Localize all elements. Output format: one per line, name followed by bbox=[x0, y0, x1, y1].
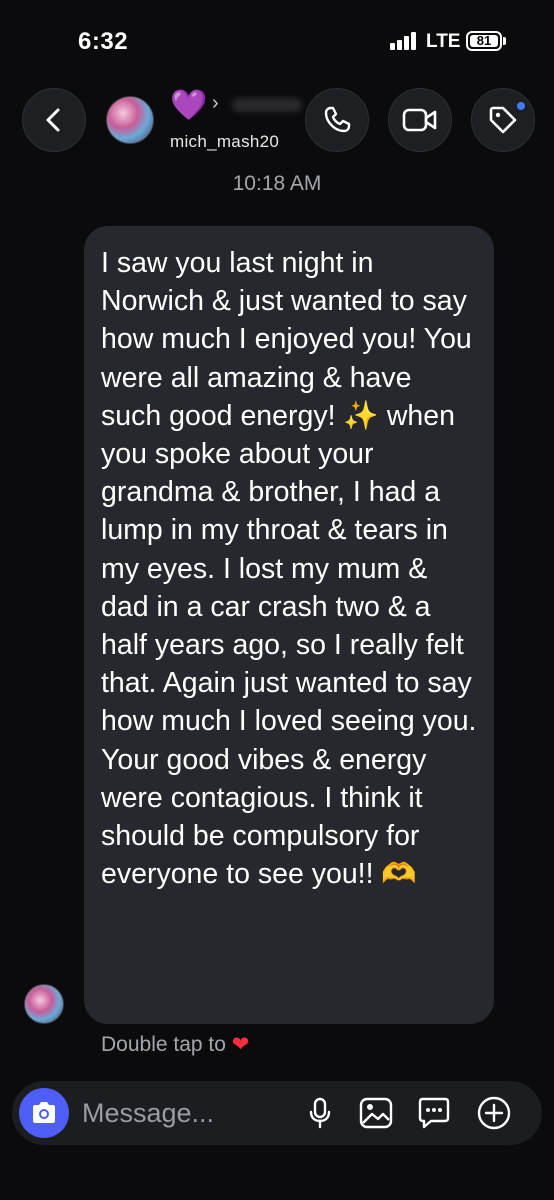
tag-button[interactable] bbox=[471, 88, 535, 152]
sender-avatar[interactable] bbox=[24, 984, 64, 1024]
chevron-right-icon[interactable]: › bbox=[212, 92, 219, 115]
battery-icon: 81 bbox=[466, 31, 502, 51]
video-camera-icon bbox=[402, 108, 437, 132]
image-icon bbox=[359, 1097, 393, 1129]
double-tap-hint: Double tap to ❤ bbox=[101, 1032, 249, 1057]
sticker-icon bbox=[418, 1097, 450, 1129]
username[interactable]: mich_mash20 bbox=[170, 132, 279, 152]
network-type: LTE bbox=[426, 31, 461, 52]
phone-icon bbox=[324, 106, 351, 133]
gallery-button[interactable] bbox=[358, 1095, 394, 1131]
sticker-button[interactable] bbox=[416, 1095, 452, 1131]
heart-hands-emoji: 🫶 bbox=[381, 858, 417, 891]
video-call-button[interactable] bbox=[388, 88, 452, 152]
message-timestamp: 10:18 AM bbox=[232, 172, 322, 195]
message-bubble[interactable]: I saw you last night in Norwich & just w… bbox=[84, 226, 494, 1024]
camera-button[interactable] bbox=[19, 1088, 69, 1138]
sparkles-emoji: ✨ bbox=[343, 399, 379, 432]
camera-icon bbox=[33, 1102, 55, 1123]
signal-icon bbox=[390, 32, 420, 50]
message-composer bbox=[12, 1081, 542, 1145]
message-input[interactable] bbox=[82, 1093, 282, 1133]
chat-header: 💜 › mich_mash20 bbox=[0, 82, 554, 162]
display-name[interactable]: 💜 bbox=[170, 88, 207, 124]
status-time: 6:32 bbox=[78, 28, 129, 55]
add-button[interactable] bbox=[476, 1095, 512, 1131]
message-text-part2: when you spoke about your grandma & brot… bbox=[101, 399, 477, 891]
microphone-button[interactable] bbox=[302, 1095, 338, 1131]
avatar[interactable] bbox=[106, 96, 154, 144]
tag-icon bbox=[489, 106, 517, 134]
microphone-icon bbox=[309, 1097, 331, 1129]
double-tap-label: Double tap to bbox=[101, 1033, 226, 1056]
heart-icon: ❤ bbox=[231, 1033, 250, 1056]
redacted-name bbox=[232, 98, 302, 112]
plus-icon bbox=[477, 1096, 511, 1130]
dm-thread-screen: 6:32 LTE 81 💜 › mich_mash20 10:18 AM I s… bbox=[0, 0, 554, 1200]
message-text: I saw you last night in Norwich & just w… bbox=[101, 244, 478, 893]
chevron-left-icon bbox=[46, 108, 60, 132]
battery-level: 81 bbox=[470, 34, 498, 47]
battery-cap bbox=[503, 37, 506, 45]
back-button[interactable] bbox=[22, 88, 86, 152]
notification-dot bbox=[515, 100, 527, 112]
status-bar: 6:32 LTE 81 bbox=[0, 0, 554, 80]
call-button[interactable] bbox=[305, 88, 369, 152]
